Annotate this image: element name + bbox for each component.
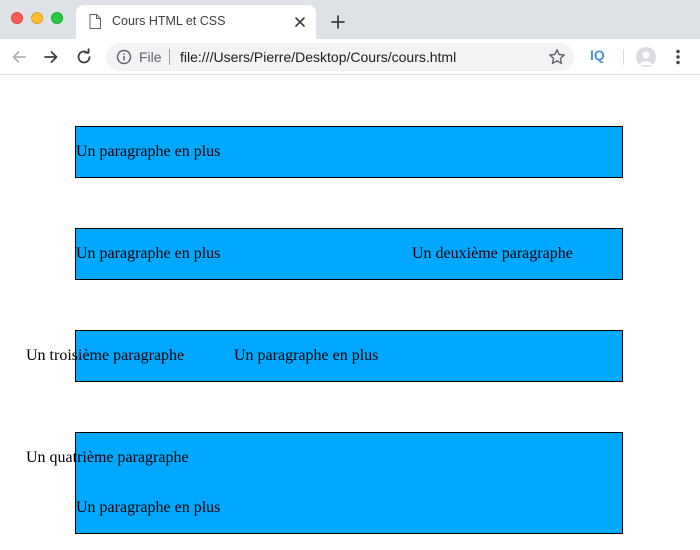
window-close-button[interactable] bbox=[11, 12, 23, 24]
browser-titlebar: Cours HTML et CSS bbox=[0, 0, 700, 39]
paragraph-en-plus-3: Un paragraphe en plus bbox=[234, 347, 379, 364]
document-icon bbox=[89, 14, 101, 29]
forward-arrow-icon[interactable] bbox=[42, 48, 60, 66]
paragraph-en-plus-2: Un paragraphe en plus bbox=[76, 245, 221, 262]
toolbar-separator bbox=[623, 49, 624, 65]
address-divider bbox=[169, 49, 170, 65]
back-arrow-icon[interactable] bbox=[10, 48, 28, 66]
reload-icon[interactable] bbox=[75, 48, 93, 66]
page-scheme-label: File bbox=[139, 49, 162, 65]
window-maximize-button[interactable] bbox=[51, 12, 63, 24]
paragraph-quatrieme: Un quatrième paragraphe bbox=[26, 449, 189, 466]
url-text[interactable]: file:///Users/Pierre/Desktop/Cours/cours… bbox=[180, 49, 456, 65]
profile-avatar[interactable] bbox=[636, 47, 656, 67]
float-demo-box-4 bbox=[75, 432, 623, 534]
person-icon bbox=[639, 51, 653, 65]
browser-tab[interactable]: Cours HTML et CSS bbox=[76, 5, 316, 39]
menu-kebab-icon[interactable] bbox=[672, 48, 684, 66]
paragraph-deuxieme: Un deuxième paragraphe bbox=[412, 245, 573, 262]
tab-title: Cours HTML et CSS bbox=[112, 14, 226, 28]
paragraph-en-plus-4: Un paragraphe en plus bbox=[76, 499, 221, 516]
paragraph-en-plus-1: Un paragraphe en plus bbox=[76, 143, 221, 160]
bookmark-star-icon[interactable] bbox=[548, 48, 566, 66]
address-bar[interactable]: File file:///Users/Pierre/Desktop/Cours/… bbox=[106, 43, 574, 71]
info-icon[interactable] bbox=[116, 49, 132, 65]
new-tab-icon[interactable] bbox=[330, 14, 346, 30]
close-tab-icon[interactable] bbox=[293, 15, 307, 29]
paragraph-troisieme: Un troisième paragraphe bbox=[26, 347, 185, 364]
window-minimize-button[interactable] bbox=[31, 12, 43, 24]
extension-iq-button[interactable]: IQ bbox=[590, 47, 605, 63]
